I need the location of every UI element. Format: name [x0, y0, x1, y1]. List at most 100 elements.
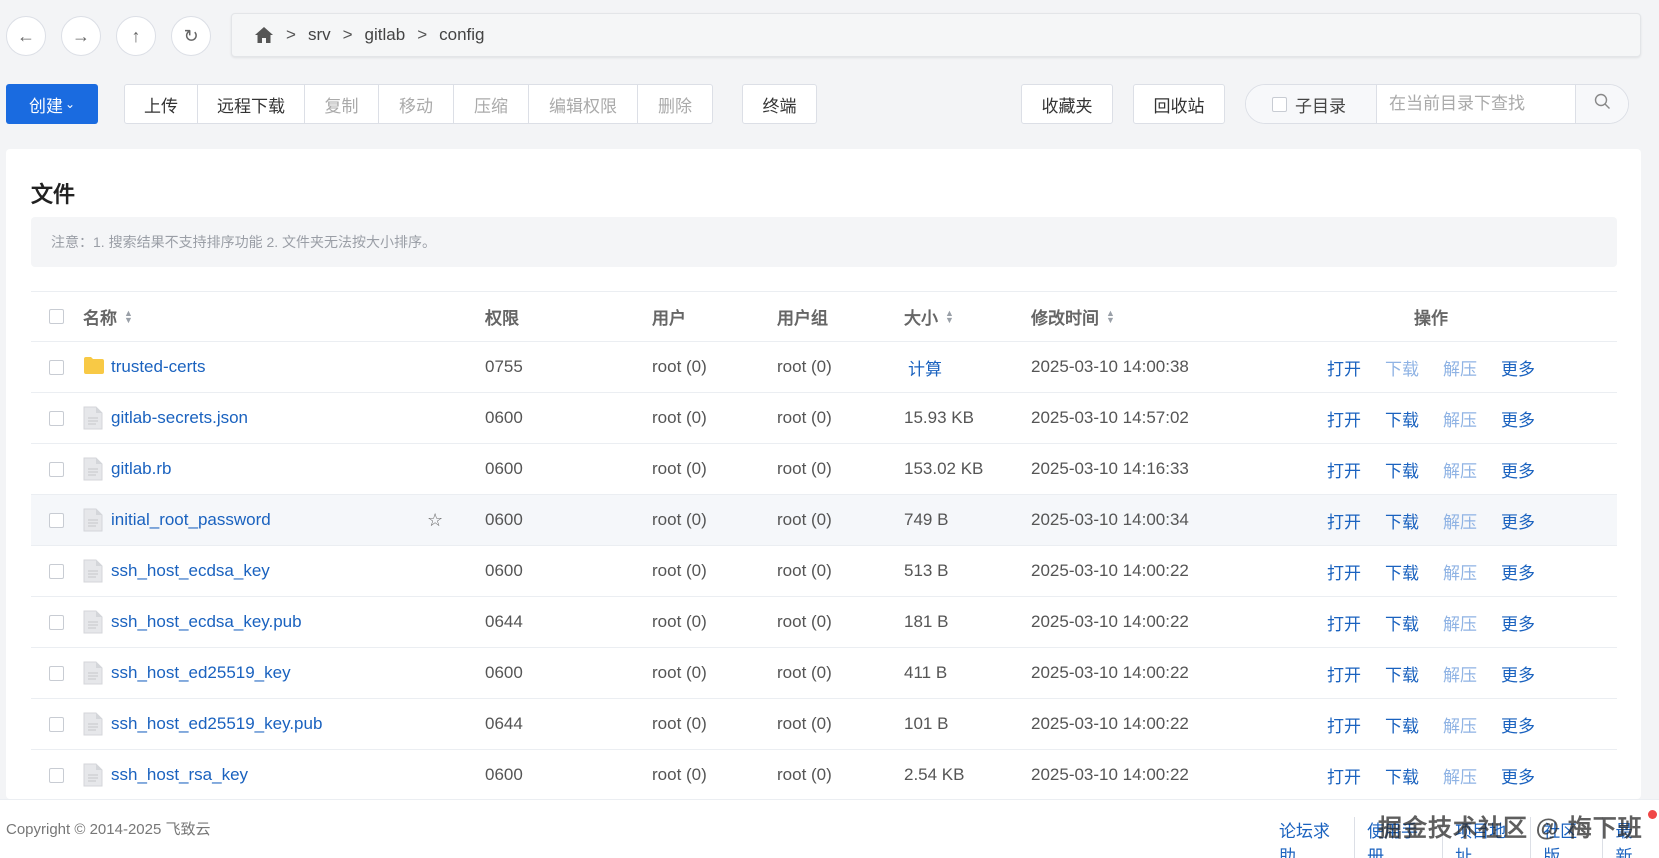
row-checkbox[interactable]	[49, 665, 64, 681]
row-actions: 打开 下载 解压 更多	[1327, 495, 1559, 545]
header-mtime[interactable]: 修改时间 ▲ ▼	[1031, 292, 1115, 341]
breadcrumb-item-config[interactable]: config	[439, 25, 484, 45]
terminal-button[interactable]: 终端	[742, 84, 817, 124]
open-link[interactable]: 打开	[1327, 661, 1361, 686]
row-checkbox[interactable]	[49, 767, 64, 783]
header-size[interactable]: 大小 ▲ ▼	[904, 292, 954, 341]
footer-link-community[interactable]: 社区版	[1531, 817, 1604, 858]
more-link[interactable]: 更多	[1501, 763, 1535, 788]
table-row[interactable]: ssh_host_ecdsa_key 0600 root (0) root (0…	[31, 546, 1617, 597]
extract-link[interactable]: 解压	[1443, 355, 1477, 380]
download-link[interactable]: 下载	[1385, 763, 1419, 788]
open-link[interactable]: 打开	[1327, 712, 1361, 737]
download-link[interactable]: 下载	[1385, 457, 1419, 482]
footer-link-project[interactable]: 项目地址	[1443, 817, 1532, 858]
remote-download-button[interactable]: 远程下载	[198, 85, 305, 123]
calculate-size-link[interactable]: 计算	[904, 342, 942, 392]
compress-button[interactable]: 压缩	[454, 85, 529, 123]
download-link[interactable]: 下载	[1385, 559, 1419, 584]
table-row[interactable]: gitlab-secrets.json 0600 root (0) root (…	[31, 393, 1617, 444]
table-row[interactable]: ssh_host_ed25519_key.pub 0644 root (0) r…	[31, 699, 1617, 750]
file-name-link[interactable]: gitlab.rb	[111, 459, 171, 479]
open-link[interactable]: 打开	[1327, 610, 1361, 635]
download-link[interactable]: 下载	[1385, 406, 1419, 431]
favorites-button[interactable]: 收藏夹	[1021, 84, 1113, 124]
forward-button[interactable]: →	[61, 16, 101, 56]
file-name-link[interactable]: ssh_host_ecdsa_key.pub	[111, 612, 302, 632]
open-link[interactable]: 打开	[1327, 508, 1361, 533]
row-checkbox[interactable]	[49, 563, 64, 579]
table-row[interactable]: ssh_host_ecdsa_key.pub 0644 root (0) roo…	[31, 597, 1617, 648]
search-input[interactable]	[1377, 85, 1575, 123]
row-checkbox[interactable]	[49, 359, 64, 375]
extract-link[interactable]: 解压	[1443, 559, 1477, 584]
extract-link[interactable]: 解压	[1443, 610, 1477, 635]
table-row[interactable]: initial_root_password ☆ 0600 root (0) ro…	[31, 495, 1617, 546]
more-link[interactable]: 更多	[1501, 457, 1535, 482]
table-row[interactable]: ssh_host_ed25519_key 0600 root (0) root …	[31, 648, 1617, 699]
more-link[interactable]: 更多	[1501, 406, 1535, 431]
upload-button[interactable]: 上传	[125, 85, 198, 123]
footer-link-manual[interactable]: 使用手册	[1355, 817, 1444, 858]
more-link[interactable]: 更多	[1501, 559, 1535, 584]
row-checkbox[interactable]	[49, 716, 64, 732]
delete-button[interactable]: 删除	[638, 85, 712, 123]
table-row[interactable]: trusted-certs 0755 root (0) root (0) 计算 …	[31, 342, 1617, 393]
row-checkbox[interactable]	[49, 614, 64, 630]
open-link[interactable]: 打开	[1327, 457, 1361, 482]
more-link[interactable]: 更多	[1501, 508, 1535, 533]
file-name-link[interactable]: ssh_host_ed25519_key.pub	[111, 714, 322, 734]
more-link[interactable]: 更多	[1501, 661, 1535, 686]
star-icon[interactable]: ☆	[427, 495, 443, 545]
refresh-button[interactable]: ↻	[171, 16, 211, 56]
open-link[interactable]: 打开	[1327, 355, 1361, 380]
open-link[interactable]: 打开	[1327, 406, 1361, 431]
search-box: 子目录	[1245, 84, 1629, 124]
download-link[interactable]: 下载	[1385, 661, 1419, 686]
footer-link-latest[interactable]: 最新	[1603, 817, 1659, 858]
extract-link[interactable]: 解压	[1443, 508, 1477, 533]
footer-link-forum[interactable]: 论坛求助	[1267, 817, 1356, 858]
download-link[interactable]: 下载	[1385, 712, 1419, 737]
recycle-bin-button[interactable]: 回收站	[1133, 84, 1225, 124]
back-button[interactable]: ←	[6, 16, 46, 56]
extract-link[interactable]: 解压	[1443, 712, 1477, 737]
create-label: 创建	[28, 96, 63, 116]
file-name-link[interactable]: ssh_host_rsa_key	[111, 765, 248, 785]
create-button[interactable]: 创建 ⌄	[6, 84, 98, 124]
edit-permissions-button[interactable]: 编辑权限	[529, 85, 638, 123]
extract-link[interactable]: 解压	[1443, 661, 1477, 686]
file-name-link[interactable]: trusted-certs	[111, 357, 205, 377]
download-link[interactable]: 下载	[1385, 355, 1419, 380]
more-link[interactable]: 更多	[1501, 712, 1535, 737]
move-button[interactable]: 移动	[379, 85, 454, 123]
up-button[interactable]: ↑	[116, 16, 156, 56]
more-link[interactable]: 更多	[1501, 355, 1535, 380]
subdir-toggle[interactable]: 子目录	[1246, 85, 1377, 123]
download-link[interactable]: 下载	[1385, 610, 1419, 635]
subdir-checkbox[interactable]	[1272, 96, 1287, 112]
row-checkbox[interactable]	[49, 410, 64, 426]
file-name-link[interactable]: ssh_host_ecdsa_key	[111, 561, 270, 581]
open-link[interactable]: 打开	[1327, 763, 1361, 788]
download-link[interactable]: 下载	[1385, 508, 1419, 533]
search-button[interactable]	[1575, 85, 1628, 123]
copy-button[interactable]: 复制	[305, 85, 379, 123]
extract-link[interactable]: 解压	[1443, 763, 1477, 788]
more-link[interactable]: 更多	[1501, 610, 1535, 635]
extract-link[interactable]: 解压	[1443, 406, 1477, 431]
row-checkbox[interactable]	[49, 512, 64, 528]
open-link[interactable]: 打开	[1327, 559, 1361, 584]
breadcrumb-item-gitlab[interactable]: gitlab	[365, 25, 406, 45]
extract-link[interactable]: 解压	[1443, 457, 1477, 482]
table-row[interactable]: gitlab.rb 0600 root (0) root (0) 153.02 …	[31, 444, 1617, 495]
file-name-link[interactable]: initial_root_password	[111, 510, 271, 530]
header-name[interactable]: 名称 ▲ ▼	[83, 292, 133, 341]
row-checkbox[interactable]	[49, 461, 64, 477]
file-name-link[interactable]: ssh_host_ed25519_key	[111, 663, 291, 683]
table-row[interactable]: ssh_host_rsa_key 0600 root (0) root (0) …	[31, 750, 1617, 801]
breadcrumb-item-srv[interactable]: srv	[308, 25, 331, 45]
file-name-link[interactable]: gitlab-secrets.json	[111, 408, 248, 428]
select-all-checkbox[interactable]	[49, 309, 64, 324]
home-icon[interactable]	[254, 26, 274, 44]
